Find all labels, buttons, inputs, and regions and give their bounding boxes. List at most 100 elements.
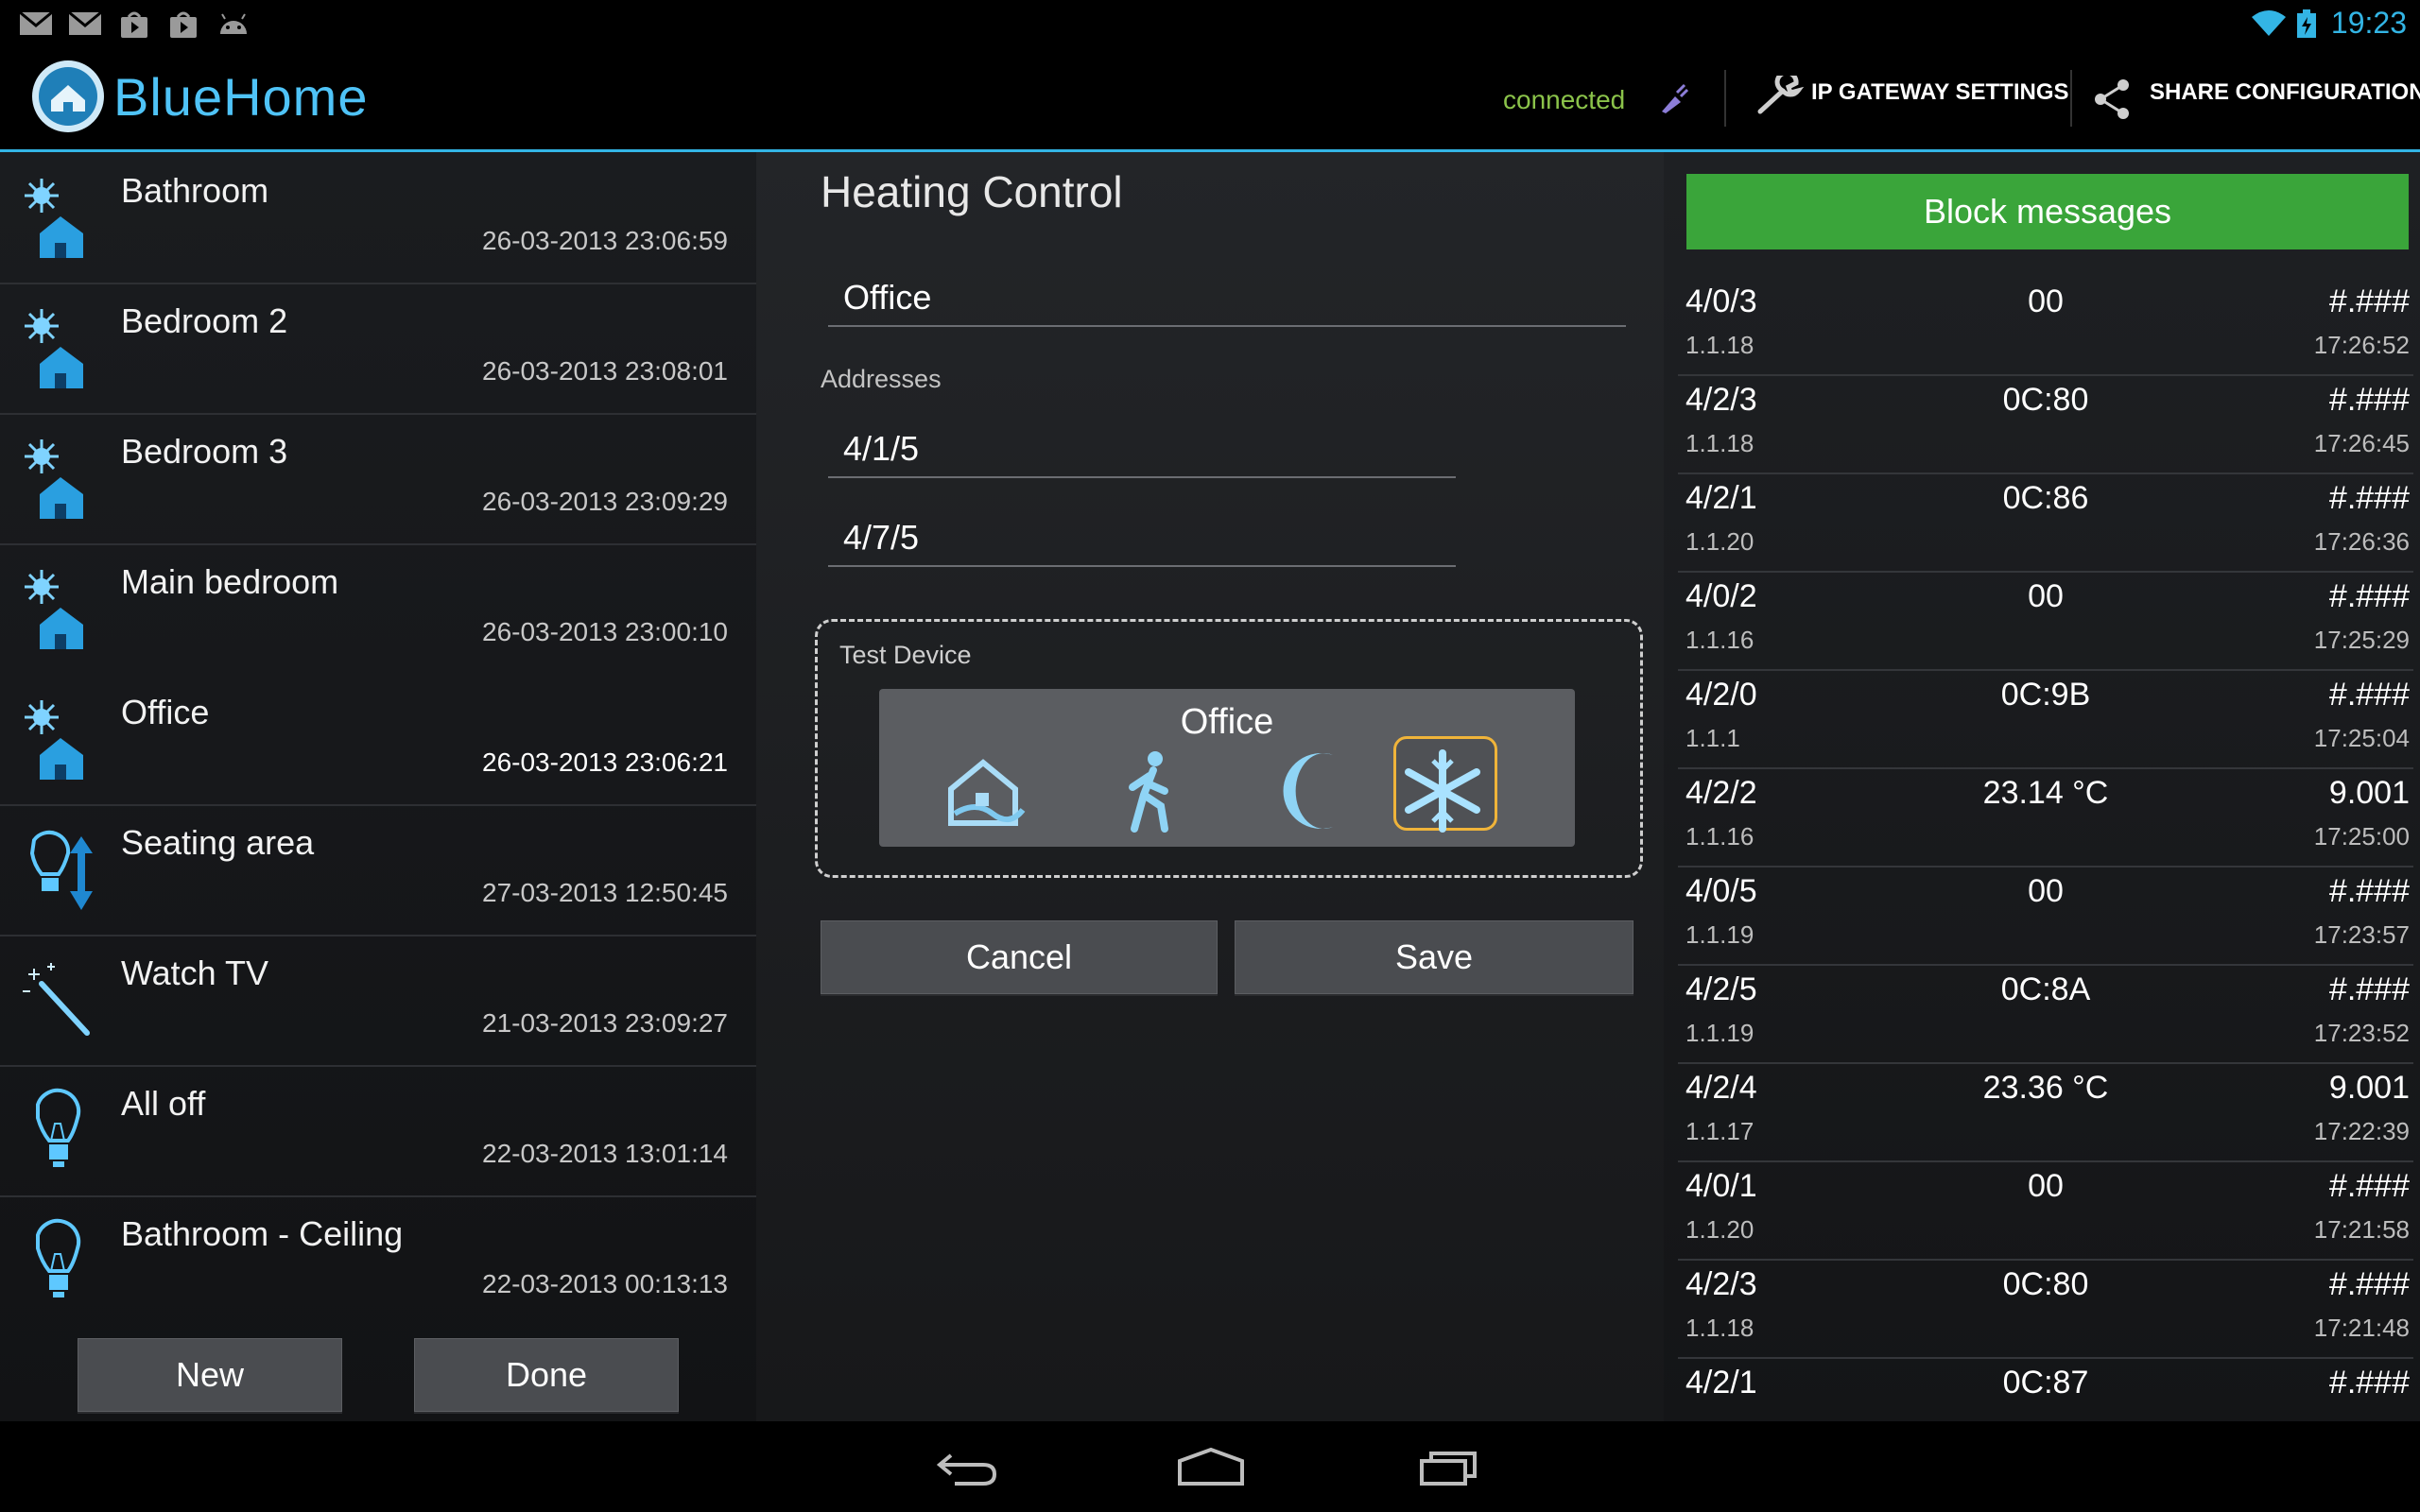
frost-snowflake-icon[interactable] (1397, 746, 1488, 836)
bulb-icon (36, 1088, 81, 1167)
save-button[interactable]: Save (1235, 920, 1634, 994)
telegram-value: 0C:80 (2002, 1266, 2089, 1302)
device-name-field[interactable]: Office (828, 265, 1626, 327)
navigation-bar (0, 1421, 2420, 1512)
scene-item-bedroom-3[interactable]: Bedroom 3 26-03-2013 23:09:29 (0, 413, 756, 545)
log-time: 17:23:52 (2313, 1019, 2410, 1047)
magic-wand-icon (23, 963, 90, 1036)
source-address: 1.1.18 (1685, 429, 1754, 457)
scene-name: All off (121, 1084, 206, 1123)
scene-item-office[interactable]: Office 26-03-2013 23:06:21 (0, 674, 756, 806)
night-moon-icon[interactable] (1274, 746, 1365, 836)
scene-name: Watch TV (121, 954, 269, 992)
telegram-value: 0C:9B (2000, 677, 2091, 713)
scene-item-bathroom-ceiling[interactable]: Bathroom - Ceiling 22-03-2013 00:13:13 (0, 1195, 756, 1326)
decoded-value: #.### (2328, 1266, 2410, 1302)
scene-timestamp: 26-03-2013 23:06:21 (482, 747, 728, 777)
share-icon (2095, 79, 2129, 119)
log-time: 17:25:00 (2313, 822, 2410, 850)
log-time: 17:22:39 (2313, 1117, 2410, 1145)
log-row: 4/2/3 1.1.18 0C:80 #.### 17:26:45 (1678, 374, 2413, 474)
address-field-2[interactable]: 4/7/5 (828, 505, 1456, 567)
log-row: 4/0/1 1.1.20 00 #.### 17:21:58 (1678, 1160, 2413, 1261)
dimmer-bulb-icon (29, 830, 93, 910)
scene-item-watch-tv[interactable]: Watch TV 21-03-2013 23:09:27 (0, 935, 756, 1067)
action-bar: BlueHome connected IP GATEWAY SETTINGS S… (0, 47, 2420, 152)
page-title: Heating Control (821, 167, 1123, 216)
home-icon[interactable] (1176, 1446, 1246, 1487)
ip-gateway-settings-label: IP GATEWAY SETTINGS (1811, 79, 2069, 105)
telegram-value: 0C:86 (2002, 480, 2089, 516)
comfort-house-icon[interactable] (938, 746, 1028, 836)
scene-item-bedroom-2[interactable]: Bedroom 2 26-03-2013 23:08:01 (0, 283, 756, 415)
action-divider (1724, 70, 1726, 127)
scene-timestamp: 22-03-2013 13:01:14 (482, 1139, 728, 1168)
log-row: 4/2/0 1.1.1 0C:9B #.### 17:25:04 (1678, 669, 2413, 769)
app-logo-icon (32, 60, 104, 132)
done-button[interactable]: Done (414, 1338, 679, 1412)
android-icon (220, 13, 247, 34)
decoded-value: #.### (2328, 1168, 2410, 1204)
log-time: 17:26:45 (2313, 429, 2410, 457)
scene-timestamp: 22-03-2013 00:13:13 (482, 1269, 728, 1298)
telegram-value: 0C:8A (2000, 971, 2091, 1007)
log-time: 17:26:52 (2313, 331, 2410, 359)
device-name-value: Office (843, 278, 932, 317)
decoded-value: #.### (2328, 873, 2410, 909)
log-time: 17:21:58 (2313, 1215, 2410, 1244)
decoded-value: 9.001 (2328, 775, 2410, 811)
log-time: 17:23:57 (2313, 920, 2410, 949)
telegram-value: 00 (2028, 873, 2064, 909)
scene-item-main-bedroom[interactable]: Main bedroom 26-03-2013 23:00:10 (0, 543, 756, 676)
log-row: 4/2/2 1.1.16 23.14 °C 9.001 17:25:00 (1678, 767, 2413, 868)
play-store-icon (170, 11, 197, 38)
heating-house-icon (25, 179, 83, 258)
heating-house-icon (25, 439, 83, 519)
scene-item-bathroom[interactable]: Bathroom 26-03-2013 23:06:59 (0, 152, 756, 284)
decoded-value: #.### (2328, 677, 2410, 713)
telegram-value: 23.14 °C (1982, 775, 2109, 811)
telegram-value: 00 (2028, 284, 2064, 319)
log-time: 17:21:48 (2313, 1314, 2410, 1342)
bulb-icon (36, 1218, 81, 1297)
scene-name: Bathroom (121, 171, 269, 210)
status-clock: 19:23 (2330, 6, 2407, 40)
addresses-label: Addresses (821, 365, 942, 393)
log-time: 17:25:04 (2313, 724, 2410, 752)
scene-item-all-off[interactable]: All off 22-03-2013 13:01:14 (0, 1065, 756, 1197)
scene-item-seating-area[interactable]: Seating area 27-03-2013 12:50:45 (0, 804, 756, 936)
scene-timestamp: 26-03-2013 23:08:01 (482, 356, 728, 386)
decoded-value: #.### (2328, 284, 2410, 319)
recent-apps-icon[interactable] (1418, 1446, 1484, 1487)
cancel-button[interactable]: Cancel (821, 920, 1218, 994)
connection-plug-icon (1662, 83, 1688, 113)
scene-name: Bathroom - Ceiling (121, 1214, 404, 1253)
scene-timestamp: 26-03-2013 23:00:10 (482, 617, 728, 646)
log-row: 4/0/2 1.1.16 00 #.### 17:25:29 (1678, 571, 2413, 671)
log-row: 4/2/3 1.1.18 0C:80 #.### 17:21:48 (1678, 1259, 2413, 1359)
status-bar: 19:23 (0, 0, 2420, 47)
log-row: 4/2/1 1.1.20 0C:86 #.### 17:26:36 (1678, 472, 2413, 573)
new-scene-button[interactable]: New (78, 1338, 342, 1412)
scene-timestamp: 27-03-2013 12:50:45 (482, 878, 728, 907)
battery-icon (2297, 9, 2316, 38)
decoded-value: #.### (2328, 382, 2410, 418)
address-field-1[interactable]: 4/1/5 (828, 416, 1456, 478)
scene-name: Bedroom 2 (121, 301, 288, 340)
scene-timestamp: 21-03-2013 23:09:27 (482, 1008, 728, 1038)
decoded-value: #.### (2328, 1365, 2410, 1400)
telegram-value: 00 (2028, 578, 2064, 614)
share-configuration-button[interactable]: SHARE CONFIGURATION (2080, 68, 2420, 130)
decoded-value: 9.001 (2328, 1070, 2410, 1106)
log-row: 4/2/5 1.1.19 0C:8A #.### 17:23:52 (1678, 964, 2413, 1064)
source-address: 1.1.20 (1685, 1215, 1754, 1244)
test-device-label: Test Device (839, 641, 972, 669)
wifi-icon (2252, 10, 2286, 36)
scene-name: Bedroom 3 (121, 432, 288, 471)
heating-house-icon (25, 309, 83, 388)
ip-gateway-settings-button[interactable]: IP GATEWAY SETTINGS (1747, 68, 2069, 130)
standby-walking-icon[interactable] (1106, 746, 1197, 836)
decoded-value: #.### (2328, 480, 2410, 516)
block-messages-button[interactable]: Block messages (1686, 174, 2409, 249)
back-icon[interactable] (932, 1446, 998, 1487)
